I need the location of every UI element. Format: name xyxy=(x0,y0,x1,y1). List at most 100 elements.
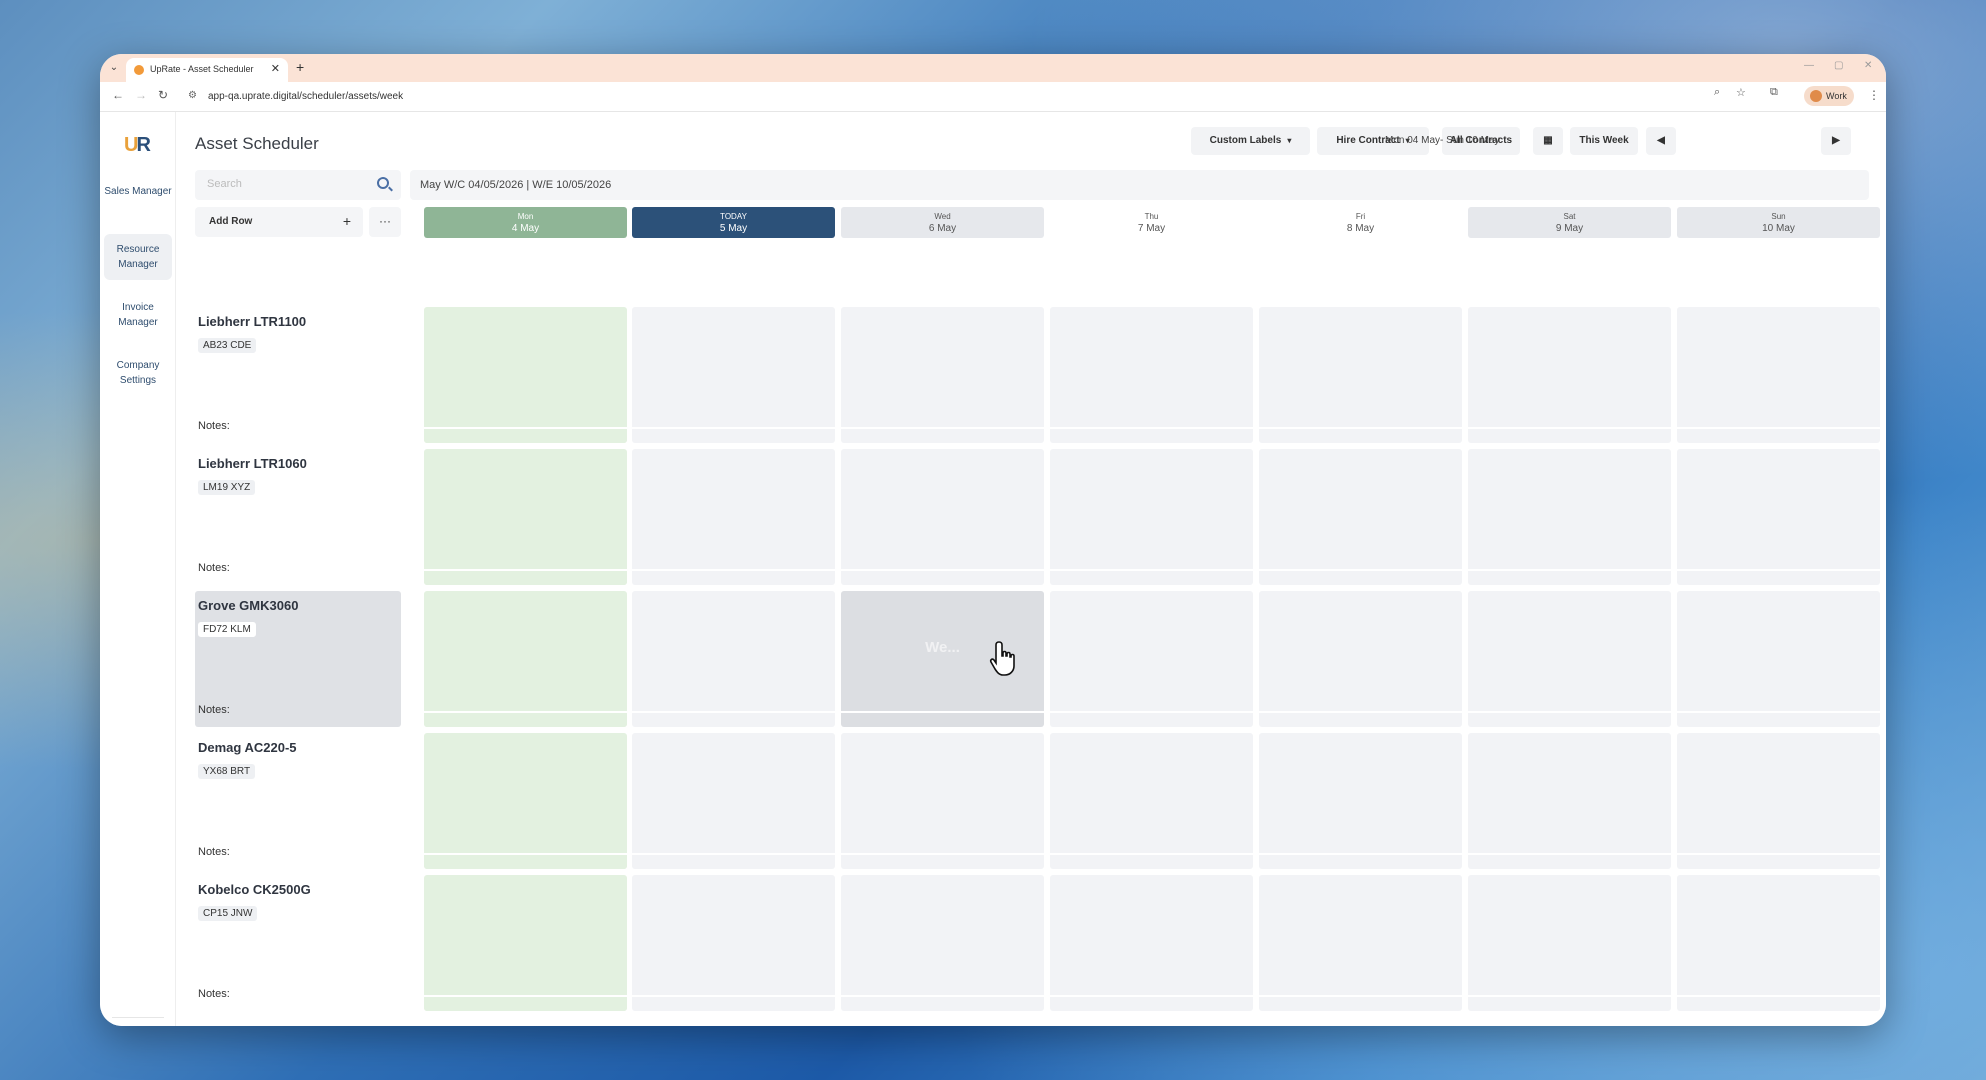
cell-notes-strip[interactable] xyxy=(841,995,1044,1011)
cell-notes-strip[interactable] xyxy=(632,853,835,869)
cell-notes-strip[interactable] xyxy=(1259,995,1462,1011)
cell-notes-strip[interactable] xyxy=(1050,995,1253,1011)
asset-row-header[interactable]: Demag AC220-5 YX68 BRT Notes: xyxy=(195,733,401,869)
cell-notes-strip[interactable] xyxy=(841,569,1044,585)
schedule-cell[interactable] xyxy=(841,449,1044,585)
row-more-options-icon[interactable]: ··· xyxy=(369,207,401,237)
cell-notes-strip[interactable] xyxy=(424,569,627,585)
back-icon[interactable]: ← xyxy=(112,88,124,102)
add-row-button[interactable]: Add Row + xyxy=(195,207,363,237)
tab-close-icon[interactable]: ✕ xyxy=(271,62,280,75)
nav-sales-manager[interactable]: Sales Manager xyxy=(104,176,172,222)
schedule-cell[interactable] xyxy=(1259,307,1462,443)
cell-notes-strip[interactable] xyxy=(1677,711,1880,727)
cell-notes-strip[interactable] xyxy=(1677,569,1880,585)
address-bar[interactable]: ⚙ app-qa.uprate.digital/scheduler/assets… xyxy=(182,86,1822,108)
new-tab-icon[interactable]: + xyxy=(296,59,304,75)
schedule-cell[interactable] xyxy=(1050,733,1253,869)
schedule-cell[interactable] xyxy=(1259,875,1462,1011)
schedule-cell[interactable] xyxy=(424,307,627,443)
schedule-cell[interactable] xyxy=(1677,449,1880,585)
browser-tab[interactable]: UpRate - Asset Scheduler ✕ xyxy=(126,58,288,82)
cell-notes-strip[interactable] xyxy=(1677,995,1880,1011)
cell-notes-strip[interactable] xyxy=(1677,427,1880,443)
schedule-cell[interactable] xyxy=(424,875,627,1011)
cell-notes-strip[interactable] xyxy=(1050,711,1253,727)
forward-icon[interactable]: → xyxy=(135,88,147,102)
schedule-cell[interactable] xyxy=(424,591,627,727)
cell-notes-strip[interactable] xyxy=(1468,569,1671,585)
schedule-cell[interactable] xyxy=(1259,591,1462,727)
schedule-cell[interactable] xyxy=(1677,307,1880,443)
cell-notes-strip[interactable] xyxy=(1259,569,1462,585)
schedule-cell[interactable] xyxy=(841,875,1044,1011)
site-info-icon[interactable]: ⚙ xyxy=(188,90,197,101)
schedule-cell[interactable] xyxy=(1050,875,1253,1011)
cell-notes-strip[interactable] xyxy=(1050,853,1253,869)
cell-notes-strip[interactable] xyxy=(1259,711,1462,727)
cell-notes-strip[interactable] xyxy=(424,853,627,869)
cell-notes-strip[interactable] xyxy=(1050,569,1253,585)
asset-row-header[interactable]: Kobelco CK2500G CP15 JNW Notes: xyxy=(195,875,401,1011)
cell-notes-strip[interactable] xyxy=(1050,427,1253,443)
schedule-cell[interactable] xyxy=(1259,733,1462,869)
schedule-cell[interactable] xyxy=(424,733,627,869)
schedule-cell[interactable] xyxy=(1468,449,1671,585)
cell-notes-strip[interactable] xyxy=(841,853,1044,869)
cell-notes-strip[interactable] xyxy=(1468,711,1671,727)
schedule-cell[interactable] xyxy=(632,449,835,585)
schedule-cell[interactable] xyxy=(632,307,835,443)
nav-resource-manager[interactable]: Resource Manager xyxy=(104,234,172,280)
schedule-cell[interactable] xyxy=(632,875,835,1011)
nav-company-settings[interactable]: Company Settings xyxy=(104,350,172,396)
zoom-icon[interactable]: ⌕ xyxy=(1714,86,1720,99)
cell-notes-strip[interactable] xyxy=(632,711,835,727)
cell-notes-strip[interactable] xyxy=(1468,995,1671,1011)
cell-notes-strip[interactable] xyxy=(1259,427,1462,443)
search-input[interactable]: Search xyxy=(195,170,401,200)
minimize-icon[interactable]: — xyxy=(1804,60,1814,71)
cell-notes-strip[interactable] xyxy=(424,711,627,727)
bookmark-star-icon[interactable]: ☆ xyxy=(1736,86,1746,99)
schedule-cell[interactable] xyxy=(1468,875,1671,1011)
cell-notes-strip[interactable] xyxy=(1677,853,1880,869)
schedule-cell[interactable] xyxy=(1050,307,1253,443)
schedule-cell[interactable] xyxy=(424,449,627,585)
schedule-cell[interactable] xyxy=(1677,875,1880,1011)
schedule-cell[interactable] xyxy=(1677,733,1880,869)
asset-row-header[interactable]: Liebherr LTR1100 AB23 CDE Notes: xyxy=(195,307,401,443)
asset-row-header[interactable]: Liebherr LTR1060 LM19 XYZ Notes: xyxy=(195,449,401,585)
calendar-icon[interactable]: ▦ xyxy=(1533,127,1563,155)
nav-invoice-manager[interactable]: Invoice Manager xyxy=(104,292,172,338)
schedule-cell[interactable] xyxy=(1468,733,1671,869)
schedule-cell[interactable] xyxy=(1677,591,1880,727)
cell-notes-strip[interactable] xyxy=(632,995,835,1011)
cell-notes-strip[interactable] xyxy=(841,711,1044,727)
schedule-cell[interactable] xyxy=(841,733,1044,869)
schedule-cell[interactable] xyxy=(1468,307,1671,443)
schedule-cell[interactable] xyxy=(1468,591,1671,727)
cell-notes-strip[interactable] xyxy=(841,427,1044,443)
restore-icon[interactable]: ▢ xyxy=(1834,60,1843,71)
next-week-icon[interactable]: ▶ xyxy=(1821,127,1851,155)
extensions-icon[interactable]: ⧉ xyxy=(1770,86,1778,99)
tab-search-icon[interactable]: ⌄ xyxy=(106,60,122,76)
cell-notes-strip[interactable] xyxy=(1259,853,1462,869)
schedule-cell[interactable] xyxy=(841,307,1044,443)
schedule-cell[interactable] xyxy=(1259,449,1462,585)
cell-notes-strip[interactable] xyxy=(1468,853,1671,869)
schedule-cell[interactable] xyxy=(1050,591,1253,727)
cell-notes-strip[interactable] xyxy=(1468,427,1671,443)
profile-button[interactable]: Work xyxy=(1804,86,1854,106)
cell-notes-strip[interactable] xyxy=(632,427,835,443)
asset-row-header[interactable]: Grove GMK3060 FD72 KLM Notes: xyxy=(195,591,401,727)
cell-notes-strip[interactable] xyxy=(632,569,835,585)
this-week-button[interactable]: This Week xyxy=(1570,127,1638,155)
cell-notes-strip[interactable] xyxy=(424,427,627,443)
schedule-cell[interactable] xyxy=(632,591,835,727)
custom-labels-button[interactable]: Custom Labels ▾ xyxy=(1191,127,1310,155)
previous-week-icon[interactable]: ◀ xyxy=(1646,127,1676,155)
schedule-cell[interactable] xyxy=(1050,449,1253,585)
schedule-cell[interactable] xyxy=(632,733,835,869)
reload-icon[interactable]: ↻ xyxy=(158,88,168,102)
